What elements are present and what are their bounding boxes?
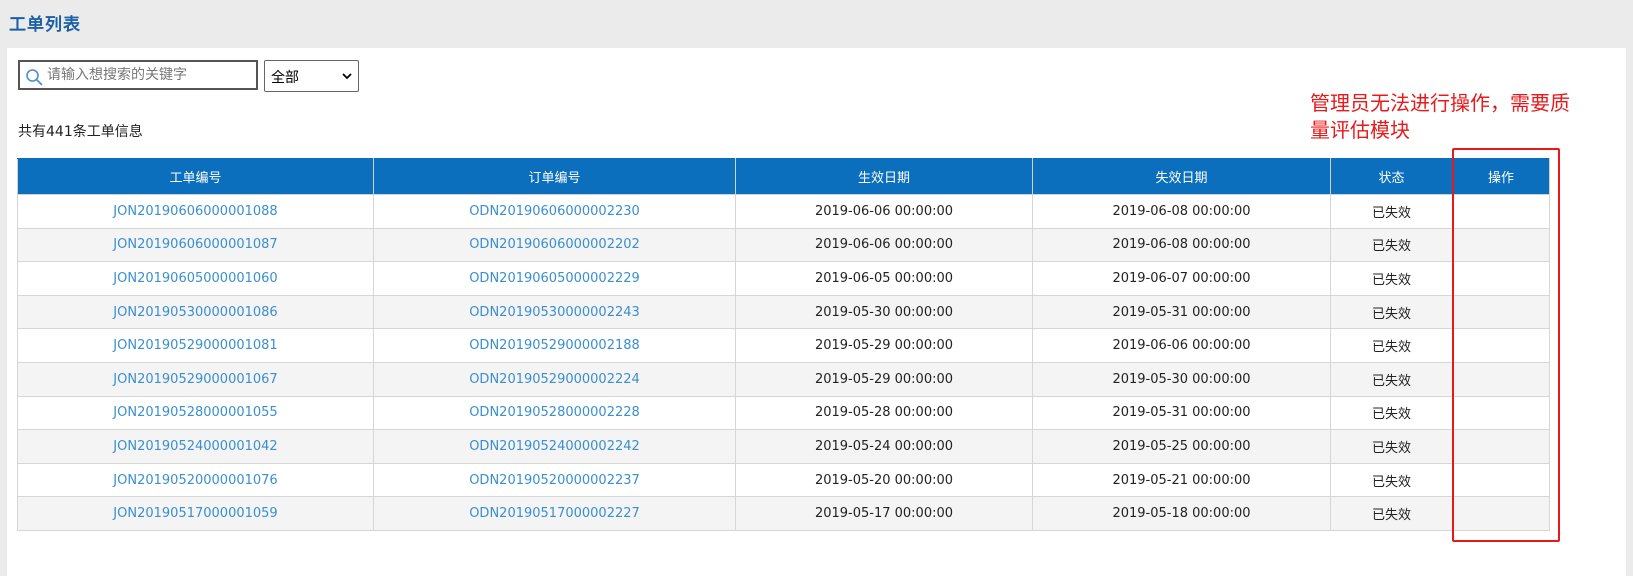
- status-cell: 已失效: [1330, 227, 1453, 263]
- start-date-cell: 2019-06-06 00:00:00: [735, 194, 1033, 229]
- end-date-cell: 2019-05-31 00:00:00: [1032, 294, 1331, 330]
- status-cell: 已失效: [1330, 496, 1453, 531]
- status-cell: 已失效: [1330, 328, 1453, 363]
- job-no-link[interactable]: JON20190528000001055: [17, 395, 374, 431]
- annotation-note: 管理员无法进行操作，需要质量评估模块: [1310, 91, 1570, 142]
- search-icon: [26, 69, 43, 86]
- order-no-link[interactable]: ODN20190606000002202: [373, 227, 736, 263]
- start-date-cell: 2019-05-29 00:00:00: [735, 361, 1033, 397]
- table-row: JON20190606000001087 ODN2019060600000220…: [17, 227, 1550, 263]
- chevron-down-icon: [342, 73, 352, 80]
- start-date-cell: 2019-05-28 00:00:00: [735, 395, 1033, 431]
- record-count: 共有441条工单信息: [18, 124, 143, 140]
- table-row: JON20190520000001076 ODN2019052000000223…: [17, 462, 1550, 498]
- start-date-cell: 2019-05-20 00:00:00: [735, 462, 1033, 498]
- end-date-cell: 2019-06-08 00:00:00: [1032, 194, 1331, 229]
- table-row: JON20190524000001042 ODN2019052400000224…: [17, 429, 1550, 464]
- order-no-link[interactable]: ODN20190606000002230: [373, 194, 736, 229]
- end-date-cell: 2019-06-06 00:00:00: [1032, 328, 1331, 363]
- table-row: JON20190529000001081 ODN2019052900000218…: [17, 328, 1550, 363]
- end-date-cell: 2019-05-21 00:00:00: [1032, 462, 1331, 498]
- status-cell: 已失效: [1330, 194, 1453, 229]
- start-date-cell: 2019-06-05 00:00:00: [735, 261, 1033, 296]
- order-no-link[interactable]: ODN20190529000002224: [373, 361, 736, 397]
- page-title: 工单列表: [9, 15, 81, 35]
- table-row: JON20190605000001060 ODN2019060500000222…: [17, 261, 1550, 296]
- column-header-order-no[interactable]: 订单编号: [373, 158, 736, 195]
- status-cell: 已失效: [1330, 429, 1453, 464]
- job-no-link[interactable]: JON20190520000001076: [17, 462, 374, 498]
- start-date-cell: 2019-05-29 00:00:00: [735, 328, 1033, 363]
- end-date-cell: 2019-05-31 00:00:00: [1032, 395, 1331, 431]
- column-header-end-date[interactable]: 失效日期: [1032, 158, 1331, 195]
- content-panel: 全部 共有441条工单信息 管理员无法进行操作，需要质量评估模块 工单编号 订单…: [7, 48, 1626, 576]
- end-date-cell: 2019-05-30 00:00:00: [1032, 361, 1331, 397]
- end-date-cell: 2019-05-25 00:00:00: [1032, 429, 1331, 464]
- start-date-cell: 2019-05-30 00:00:00: [735, 294, 1033, 330]
- column-header-start-date[interactable]: 生效日期: [735, 158, 1033, 195]
- table-header-row: 工单编号 订单编号 生效日期 失效日期 状态 操作: [17, 158, 1550, 195]
- work-order-table: 工单编号 订单编号 生效日期 失效日期 状态 操作 JON20190606000…: [17, 158, 1550, 531]
- table-row: JON20190530000001086 ODN2019053000000224…: [17, 294, 1550, 330]
- column-header-job-no[interactable]: 工单编号: [17, 158, 374, 195]
- job-no-link[interactable]: JON20190605000001060: [17, 261, 374, 296]
- start-date-cell: 2019-05-24 00:00:00: [735, 429, 1033, 464]
- order-no-link[interactable]: ODN20190524000002242: [373, 429, 736, 464]
- start-date-cell: 2019-06-06 00:00:00: [735, 227, 1033, 263]
- page-header: 工单列表: [0, 0, 1633, 48]
- job-no-link[interactable]: JON20190606000001088: [17, 194, 374, 229]
- order-no-link[interactable]: ODN20190529000002188: [373, 328, 736, 363]
- order-no-link[interactable]: ODN20190528000002228: [373, 395, 736, 431]
- order-no-link[interactable]: ODN20190520000002237: [373, 462, 736, 498]
- search-box[interactable]: [18, 60, 258, 90]
- order-no-link[interactable]: ODN20190517000002227: [373, 496, 736, 531]
- status-cell: 已失效: [1330, 361, 1453, 397]
- end-date-cell: 2019-06-07 00:00:00: [1032, 261, 1331, 296]
- order-no-link[interactable]: ODN20190530000002243: [373, 294, 736, 330]
- column-header-status[interactable]: 状态: [1330, 158, 1453, 195]
- end-date-cell: 2019-06-08 00:00:00: [1032, 227, 1331, 263]
- status-cell: 已失效: [1330, 261, 1453, 296]
- end-date-cell: 2019-05-18 00:00:00: [1032, 496, 1331, 531]
- job-no-link[interactable]: JON20190606000001087: [17, 227, 374, 263]
- job-no-link[interactable]: JON20190529000001081: [17, 328, 374, 363]
- filter-select[interactable]: 全部: [264, 60, 359, 92]
- order-no-link[interactable]: ODN20190605000002229: [373, 261, 736, 296]
- job-no-link[interactable]: JON20190530000001086: [17, 294, 374, 330]
- status-cell: 已失效: [1330, 294, 1453, 330]
- filter-select-value: 全部: [271, 70, 299, 86]
- status-cell: 已失效: [1330, 462, 1453, 498]
- table-row: JON20190606000001088 ODN2019060600000223…: [17, 194, 1550, 229]
- table-row: JON20190528000001055 ODN2019052800000222…: [17, 395, 1550, 431]
- annotation-highlight-box: [1452, 148, 1560, 542]
- start-date-cell: 2019-05-17 00:00:00: [735, 496, 1033, 531]
- job-no-link[interactable]: JON20190517000001059: [17, 496, 374, 531]
- table-row: JON20190517000001059 ODN2019051700000222…: [17, 496, 1550, 531]
- search-input[interactable]: [47, 65, 252, 85]
- job-no-link[interactable]: JON20190524000001042: [17, 429, 374, 464]
- table-row: JON20190529000001067 ODN2019052900000222…: [17, 361, 1550, 397]
- status-cell: 已失效: [1330, 395, 1453, 431]
- job-no-link[interactable]: JON20190529000001067: [17, 361, 374, 397]
